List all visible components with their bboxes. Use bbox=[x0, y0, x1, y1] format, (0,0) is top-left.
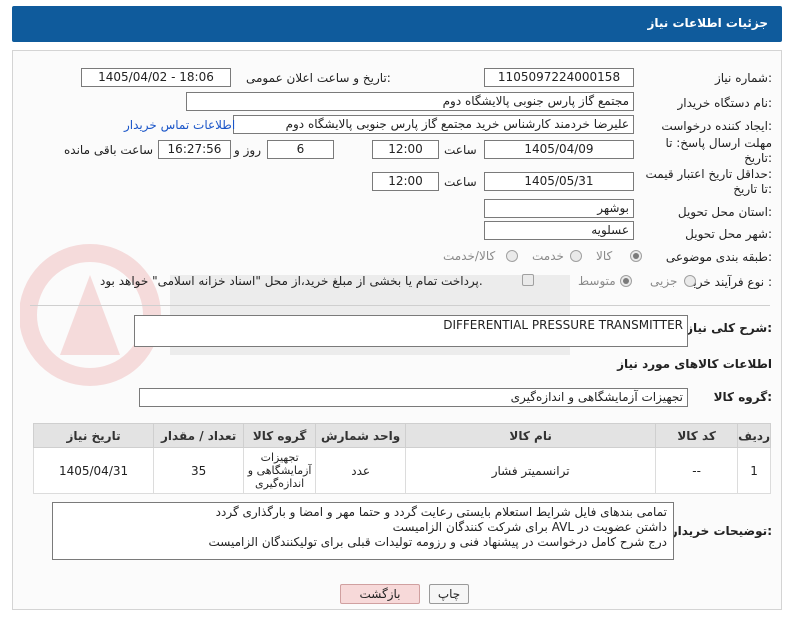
city-label: شهر محل تحویل: bbox=[685, 227, 772, 241]
buyer-note-line: درج شرح کامل درخواست در پیشنهاد فنی و رز… bbox=[208, 535, 667, 549]
col-header-goods-group: گروه کالا bbox=[243, 423, 317, 448]
reply-time-field: 12:00 bbox=[372, 140, 439, 159]
page-title: جزئیات اطلاعات نیاز bbox=[647, 16, 768, 30]
cell-unit: عدد bbox=[315, 447, 407, 494]
print-button[interactable]: چاپ bbox=[429, 584, 469, 604]
price-time-field: 12:00 bbox=[372, 172, 439, 191]
need-number-field: 1105097224000158 bbox=[484, 68, 634, 87]
col-header-need-date: تاریخ نیاز bbox=[32, 423, 155, 448]
process-option-minor: جزیی bbox=[650, 274, 678, 288]
price-time-label: ساعت bbox=[444, 175, 477, 189]
goods-group-label: گروه کالا: bbox=[713, 390, 772, 404]
process-type-label: نوع فرآیند خرید : bbox=[687, 275, 772, 289]
buyer-org-label: نام دستگاه خریدار: bbox=[677, 96, 773, 110]
buyer-note-line: تمامی بندهای فایل شرایط استعلام بایستی ر… bbox=[215, 505, 667, 519]
price-date-field: 1405/05/31 bbox=[484, 172, 634, 191]
buyer-notes-label: توضیحات خریدار: bbox=[670, 524, 772, 538]
category-option-service: خدمت bbox=[532, 249, 564, 263]
announce-field: 1405/04/02 - 18:06 bbox=[81, 68, 231, 87]
cell-item-name: ترانسمیتر فشار bbox=[405, 447, 657, 494]
goods-info-title: اطلاعات کالاهای مورد نیاز bbox=[617, 357, 772, 371]
treasury-payment-note: پرداخت تمام یا بخشی از مبلغ خرید،از محل … bbox=[100, 274, 483, 288]
category-radio-goods-service[interactable] bbox=[506, 250, 518, 262]
description-label: شرح کلی نیاز: bbox=[686, 321, 772, 335]
category-radio-goods[interactable] bbox=[630, 250, 642, 262]
description-field: DIFFERENTIAL PRESSURE TRANSMITTER bbox=[134, 315, 688, 347]
category-option-goods: کالا bbox=[596, 249, 613, 263]
table-header-row: ردیف کد کالا نام کالا واحد شمارش گروه کا… bbox=[32, 423, 771, 448]
process-radio-minor[interactable] bbox=[684, 275, 696, 287]
announce-label: تاریخ و ساعت اعلان عمومی: bbox=[246, 71, 391, 85]
page-header: جزئیات اطلاعات نیاز bbox=[12, 6, 782, 42]
price-deadline-label: حداقل تاریخ اعتبار قیمت: bbox=[645, 167, 772, 181]
cell-quantity: 35 bbox=[153, 447, 245, 494]
col-header-item-name: نام کالا bbox=[405, 423, 657, 448]
time-remaining-field: 16:27:56 bbox=[158, 140, 231, 159]
reply-deadline-label: مهلت ارسال پاسخ: تا bbox=[665, 136, 772, 150]
cell-goods-group: تجهیزات آزمایشگاهی و اندازه‌گیری bbox=[243, 447, 317, 494]
cell-item-code: -- bbox=[655, 447, 739, 494]
category-label: طبقه بندی موضوعی: bbox=[665, 250, 772, 264]
process-option-medium: متوسط bbox=[578, 274, 616, 288]
time-remaining-label: ساعت باقی مانده bbox=[64, 143, 154, 157]
col-header-item-code: کد کالا bbox=[655, 423, 739, 448]
buyer-note-line: داشتن عضویت در AVL برای شرکت کنندگان الز… bbox=[392, 520, 667, 534]
city-field: عسلویه bbox=[484, 221, 634, 240]
price-deadline-label-2: تا تاریخ: bbox=[733, 182, 772, 196]
days-label: روز و bbox=[234, 143, 261, 157]
creator-label: ایجاد کننده درخواست: bbox=[661, 119, 772, 133]
treasury-payment-checkbox[interactable] bbox=[522, 274, 534, 286]
buyer-org-field: مجتمع گاز پارس جنوبی پالایشگاه دوم bbox=[186, 92, 634, 111]
province-label: استان محل تحویل: bbox=[677, 205, 772, 219]
creator-field: علیرضا خردمند کارشناس خرید مجتمع گاز پار… bbox=[233, 115, 634, 134]
col-header-row-number: ردیف bbox=[737, 423, 771, 448]
divider bbox=[30, 305, 770, 306]
col-header-quantity: تعداد / مقدار bbox=[153, 423, 245, 448]
col-header-unit: واحد شمارش bbox=[315, 423, 407, 448]
reply-deadline-label-2: تاریخ: bbox=[744, 151, 772, 165]
goods-table: ردیف کد کالا نام کالا واحد شمارش گروه کا… bbox=[32, 423, 771, 494]
need-number-label: شماره نیاز: bbox=[714, 71, 772, 85]
category-radio-service[interactable] bbox=[570, 250, 582, 262]
category-option-goods-service: کالا/خدمت bbox=[443, 249, 496, 263]
province-field: بوشهر bbox=[484, 199, 634, 218]
reply-time-label: ساعت bbox=[444, 143, 477, 157]
days-remaining-field: 6 bbox=[267, 140, 334, 159]
cell-row-number: 1 bbox=[737, 447, 771, 494]
process-radio-medium[interactable] bbox=[620, 275, 632, 287]
goods-group-field: تجهیزات آزمایشگاهی و اندازه‌گیری bbox=[139, 388, 688, 407]
cell-need-date: 1405/04/31 bbox=[32, 447, 155, 494]
reply-date-field: 1405/04/09 bbox=[484, 140, 634, 159]
buyer-contact-link[interactable]: اطلاعات تماس خریدار bbox=[124, 118, 235, 132]
table-row: 1 -- ترانسمیتر فشار عدد تجهیزات آزمایشگا… bbox=[32, 447, 771, 494]
buyer-notes-field: تمامی بندهای فایل شرایط استعلام بایستی ر… bbox=[52, 502, 674, 560]
back-button[interactable]: بازگشت bbox=[340, 584, 420, 604]
